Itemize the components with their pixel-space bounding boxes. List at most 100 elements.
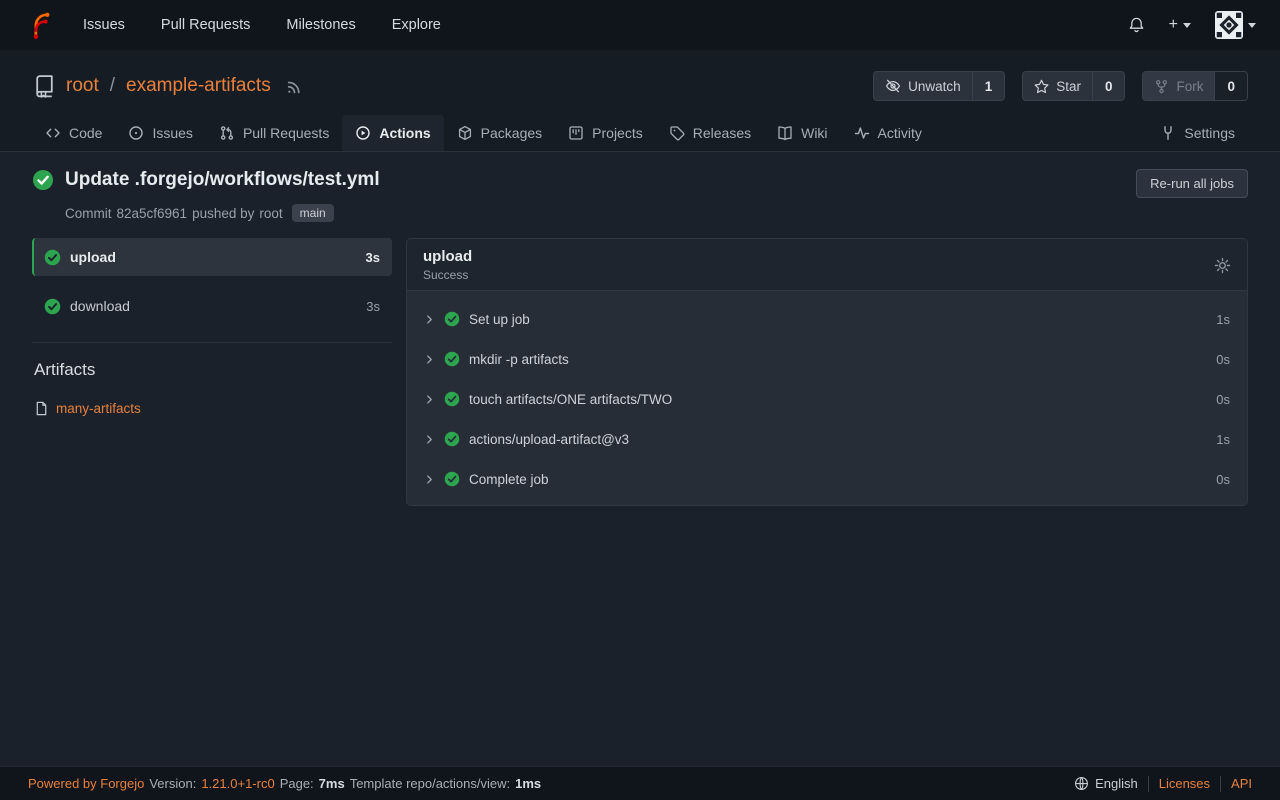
bell-icon xyxy=(1128,16,1145,34)
unwatch-button[interactable]: Unwatch xyxy=(874,72,972,100)
success-check-icon xyxy=(444,471,460,487)
book-icon xyxy=(777,125,793,141)
template-label: Template repo/actions/view: xyxy=(350,776,510,791)
user-menu-button[interactable] xyxy=(1215,11,1256,39)
tab-pull-requests[interactable]: Pull Requests xyxy=(206,115,342,151)
tab-wiki[interactable]: Wiki xyxy=(764,115,840,151)
footer-divider xyxy=(1220,776,1221,792)
repo-path-separator: / xyxy=(110,75,115,97)
rss-icon[interactable] xyxy=(286,78,303,95)
job-item-upload[interactable]: upload 3s xyxy=(32,238,392,276)
fork-label: Fork xyxy=(1176,79,1203,94)
language-menu[interactable]: English xyxy=(1074,776,1138,791)
step-name: mkdir -p artifacts xyxy=(469,352,569,367)
step-name: Complete job xyxy=(469,472,549,487)
jobs-sidebar: upload 3s download 3s Artifacts many-art… xyxy=(32,238,392,416)
navbar-item-explore[interactable]: Explore xyxy=(392,17,441,33)
step-name: touch artifacts/ONE artifacts/TWO xyxy=(469,392,672,407)
wrench-icon xyxy=(1160,125,1176,141)
tag-icon xyxy=(669,125,685,141)
footer-divider xyxy=(1148,776,1149,792)
job-options-button[interactable] xyxy=(1214,257,1231,274)
step-row-touch-artifacts[interactable]: touch artifacts/ONE artifacts/TWO 0s xyxy=(407,379,1247,419)
footer: Powered by Forgejo Version: 1.21.0+1-rc0… xyxy=(0,766,1280,800)
navbar: Issues Pull Requests Milestones Explore … xyxy=(0,0,1280,50)
tab-releases[interactable]: Releases xyxy=(656,115,764,151)
step-duration: 1s xyxy=(1216,312,1230,327)
repo-owner-link[interactable]: root xyxy=(66,75,99,97)
success-check-icon xyxy=(444,351,460,367)
avatar xyxy=(1215,11,1243,39)
tab-packages[interactable]: Packages xyxy=(444,115,555,151)
sidebar-divider xyxy=(32,342,392,343)
tab-code[interactable]: Code xyxy=(32,115,115,151)
fork-button-group: Fork 0 xyxy=(1142,71,1248,101)
success-check-icon xyxy=(444,391,460,407)
version-link[interactable]: 1.21.0+1-rc0 xyxy=(201,776,274,791)
rerun-all-jobs-button[interactable]: Re-run all jobs xyxy=(1136,169,1248,198)
repo-tabs: Code Issues Pull Requests Actions Packag… xyxy=(32,115,1248,151)
artifacts-heading: Artifacts xyxy=(34,360,392,380)
tab-actions[interactable]: Actions xyxy=(342,115,443,151)
success-check-icon xyxy=(32,169,54,191)
page-label: Page: xyxy=(280,776,314,791)
tab-settings[interactable]: Settings xyxy=(1147,115,1248,151)
language-label: English xyxy=(1095,776,1138,791)
repo-icon xyxy=(32,74,57,99)
success-check-icon xyxy=(44,298,61,315)
tab-activity[interactable]: Activity xyxy=(841,115,935,151)
unwatch-label: Unwatch xyxy=(908,79,961,94)
artifact-link-many-artifacts[interactable]: many-artifacts xyxy=(34,401,392,416)
star-label: Star xyxy=(1056,79,1081,94)
navbar-item-issues[interactable]: Issues xyxy=(83,17,125,33)
powered-by-link[interactable]: Powered by Forgejo xyxy=(28,776,144,791)
licenses-link[interactable]: Licenses xyxy=(1159,776,1210,791)
version-label: Version: xyxy=(149,776,196,791)
file-icon xyxy=(34,401,49,416)
pusher-name[interactable]: root xyxy=(259,206,282,221)
step-row-mkdir[interactable]: mkdir -p artifacts 0s xyxy=(407,339,1247,379)
success-check-icon xyxy=(444,311,460,327)
job-name: upload xyxy=(70,249,116,265)
step-row-complete-job[interactable]: Complete job 0s xyxy=(407,459,1247,499)
project-board-icon xyxy=(568,125,584,141)
forgejo-logo-icon[interactable] xyxy=(28,12,55,39)
tab-projects[interactable]: Projects xyxy=(555,115,656,151)
run-commit-title: Update .forgejo/workflows/test.yml xyxy=(65,169,380,191)
step-row-set-up-job[interactable]: Set up job 1s xyxy=(407,299,1247,339)
job-name: download xyxy=(70,298,130,314)
watchers-count[interactable]: 1 xyxy=(972,72,1005,100)
step-row-upload-artifact-action[interactable]: actions/upload-artifact@v3 1s xyxy=(407,419,1247,459)
success-check-icon xyxy=(444,431,460,447)
notifications-button[interactable] xyxy=(1128,16,1145,34)
artifact-name: many-artifacts xyxy=(56,401,141,416)
create-new-button[interactable]: + xyxy=(1169,16,1191,34)
globe-icon xyxy=(1074,776,1089,791)
step-duration: 1s xyxy=(1216,432,1230,447)
repo-header: root / example-artifacts xyxy=(0,50,1280,152)
star-button[interactable]: Star xyxy=(1023,72,1092,100)
pull-request-icon xyxy=(219,125,235,141)
job-detail-panel: upload Success Set up job xyxy=(406,238,1248,506)
job-detail-name: upload xyxy=(423,248,472,265)
job-item-download[interactable]: download 3s xyxy=(32,287,392,325)
play-circle-icon xyxy=(355,125,371,141)
eye-slash-icon xyxy=(885,78,901,94)
api-link[interactable]: API xyxy=(1231,776,1252,791)
run-header: Update .forgejo/workflows/test.yml Re-ru… xyxy=(32,169,1248,198)
job-duration: 3s xyxy=(366,250,380,265)
forks-count[interactable]: 0 xyxy=(1214,72,1247,100)
navbar-item-milestones[interactable]: Milestones xyxy=(286,17,355,33)
plus-icon: + xyxy=(1169,16,1178,34)
job-duration: 3s xyxy=(366,299,380,314)
tab-issues[interactable]: Issues xyxy=(115,115,205,151)
fork-icon xyxy=(1154,79,1169,94)
footer-right: English Licenses API xyxy=(1074,776,1252,792)
navbar-item-pull-requests[interactable]: Pull Requests xyxy=(161,17,250,33)
chevron-right-icon xyxy=(424,314,435,325)
commit-line: Commit 82a5cf6961 pushed by root main xyxy=(65,204,1248,222)
branch-badge[interactable]: main xyxy=(292,204,334,222)
commit-sha[interactable]: 82a5cf6961 xyxy=(117,206,188,221)
stars-count[interactable]: 0 xyxy=(1092,72,1125,100)
repo-name-link[interactable]: example-artifacts xyxy=(126,75,271,97)
